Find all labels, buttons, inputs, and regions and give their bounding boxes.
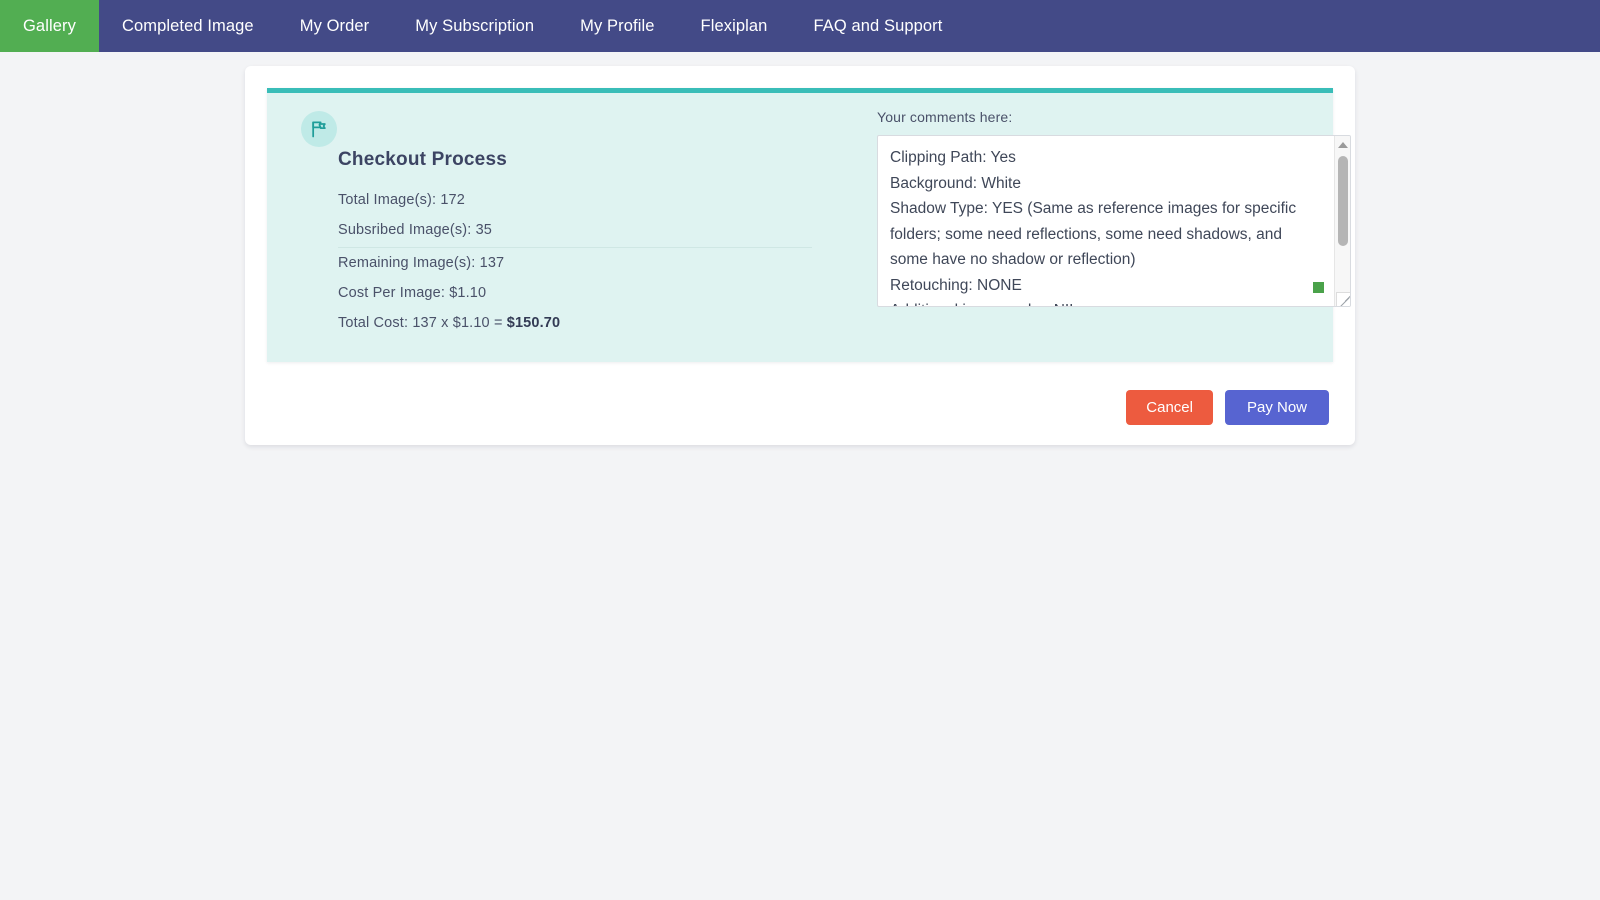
- remaining-images-row: Remaining Image(s): 137: [338, 255, 505, 271]
- checkout-card: Checkout Process Total Image(s): 172 Sub…: [245, 66, 1355, 445]
- total-cost-row: Total Cost: 137 x $1.10 = $150.70: [338, 308, 812, 338]
- total-cost-value: $150.70: [506, 315, 561, 331]
- nav-item-label: FAQ and Support: [813, 16, 943, 35]
- total-images-row: Total Image(s): 172: [338, 192, 465, 208]
- nav-item-label: My Order: [299, 16, 370, 35]
- flag-icon: [301, 111, 337, 147]
- cancel-button[interactable]: Cancel: [1126, 390, 1213, 425]
- nav-item-flexiplan[interactable]: Flexiplan: [678, 0, 791, 52]
- checkout-panel: Checkout Process Total Image(s): 172 Sub…: [267, 88, 1351, 362]
- nav-item-label: Flexiplan: [700, 16, 768, 35]
- card-actions: Cancel Pay Now: [267, 390, 1333, 425]
- nav-item-my-order[interactable]: My Order: [277, 0, 393, 52]
- scroll-up-arrow-icon[interactable]: [1335, 137, 1350, 152]
- comments-textarea-value: Clipping Path: Yes Background: White Sha…: [890, 149, 1297, 306]
- nav-item-faq-and-support[interactable]: FAQ and Support: [790, 0, 965, 52]
- page-body: Checkout Process Total Image(s): 172 Sub…: [0, 52, 1600, 900]
- cost-per-image-row: Cost Per Image: $1.10: [338, 285, 487, 301]
- main-navigation: Gallery Completed Image My Order My Subs…: [0, 0, 1600, 52]
- nav-item-my-subscription[interactable]: My Subscription: [392, 0, 557, 52]
- page-title: Checkout Process: [338, 149, 507, 170]
- pay-now-button[interactable]: Pay Now: [1224, 390, 1329, 425]
- nav-item-label: Completed Image: [121, 16, 254, 35]
- checkout-meta-list: Total Image(s): 172 Subsribed Image(s): …: [338, 185, 812, 338]
- subscribed-images-row: Subsribed Image(s): 35: [338, 215, 812, 248]
- nav-item-gallery[interactable]: Gallery: [0, 0, 99, 52]
- nav-item-completed-image[interactable]: Completed Image: [99, 0, 277, 52]
- comments-section: Your comments here: Clipping Path: Yes B…: [861, 107, 1351, 338]
- textarea-resize-handle[interactable]: [1336, 292, 1350, 306]
- comments-scrollbar[interactable]: [1334, 136, 1350, 306]
- checkout-summary: Checkout Process Total Image(s): 172 Sub…: [291, 107, 861, 338]
- comments-label: Your comments here:: [877, 109, 1013, 125]
- scrollbar-thumb[interactable]: [1338, 156, 1348, 246]
- total-cost-prefix: Total Cost: 137 x $1.10 =: [338, 315, 507, 331]
- comments-textarea[interactable]: Clipping Path: Yes Background: White Sha…: [877, 135, 1351, 307]
- grammar-status-indicator[interactable]: [1313, 282, 1324, 293]
- nav-item-label: My Subscription: [415, 16, 535, 35]
- nav-item-my-profile[interactable]: My Profile: [557, 0, 677, 52]
- nav-item-label: Gallery: [23, 16, 76, 35]
- nav-item-label: My Profile: [580, 16, 655, 35]
